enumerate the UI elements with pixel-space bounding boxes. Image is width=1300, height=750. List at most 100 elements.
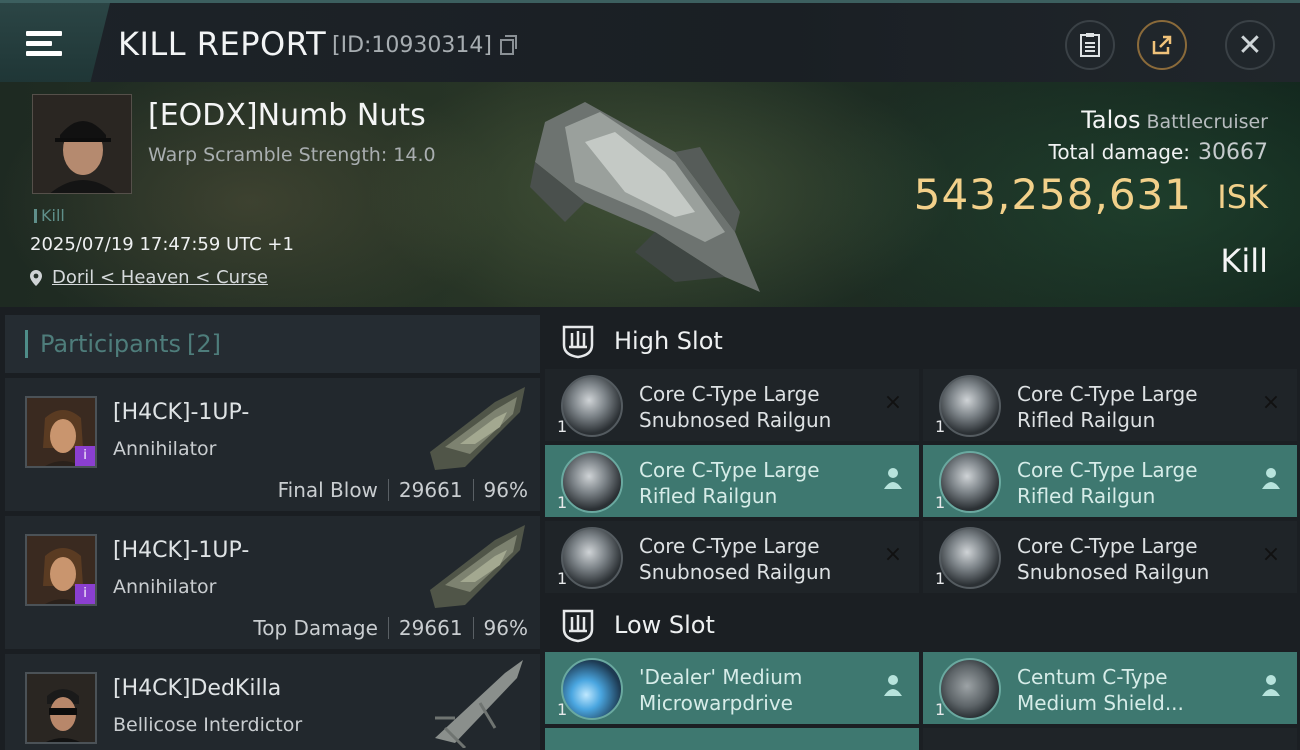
module-count: 1: [557, 417, 568, 436]
participant-percent: 96%: [483, 478, 528, 502]
participant-damage: 29661: [398, 478, 463, 502]
participants-panel: Participants [2] i [H4CK]-1UP- Annihilat…: [0, 307, 540, 750]
module-item[interactable]: [545, 728, 919, 750]
participant-name[interactable]: [H4CK]-1UP-: [113, 400, 249, 425]
participant-ship: Annihilator: [113, 576, 217, 598]
pilot-portrait-image: [33, 95, 131, 193]
participant-stats: Top Damage 29661 96%: [253, 616, 528, 640]
dropped-user-icon: [1259, 467, 1283, 491]
shield-icon: [939, 658, 1001, 720]
info-badge: i: [75, 446, 95, 466]
close-button[interactable]: ✕: [1225, 20, 1275, 70]
railgun-icon: [939, 451, 1001, 513]
module-item[interactable]: 1 Core C-Type Large Snubnosed Railgun ×: [923, 521, 1297, 593]
module-item[interactable]: 1 Core C-Type Large Snubnosed Railgun ×: [545, 369, 919, 441]
module-count: 1: [935, 493, 946, 512]
title-bar: KILL REPORT [ID:10930314] ✕: [0, 0, 1300, 83]
railgun-icon: [939, 375, 1001, 437]
participant-card[interactable]: [H4CK]DedKilla Bellicose Interdictor: [5, 654, 540, 750]
ship-name[interactable]: Talos: [1081, 106, 1140, 134]
module-count: 1: [557, 493, 568, 512]
report-id: [ID:10930314]: [332, 33, 492, 58]
dropped-user-icon: [881, 674, 905, 698]
participant-role: Top Damage: [253, 616, 378, 640]
participant-name[interactable]: [H4CK]-1UP-: [113, 538, 249, 563]
hamburger-icon: [26, 26, 62, 61]
dropped-user-icon: [1259, 674, 1283, 698]
location-link[interactable]: Doril < Heaven < Curse: [30, 267, 268, 288]
avatar[interactable]: [25, 672, 97, 744]
fitting-panel: High Slot 1 Core C-Type Large Snubnosed R…: [540, 307, 1300, 750]
participant-damage: 29661: [398, 616, 463, 640]
header-accent-bar: [25, 330, 28, 358]
participant-stats: Final Blow 29661 96%: [278, 478, 528, 502]
divider: [472, 479, 474, 501]
module-item[interactable]: 1 'Dealer' Medium Microwarpdrive: [545, 652, 919, 724]
info-badge: i: [75, 584, 95, 604]
low-slot-label: Low Slot: [614, 611, 715, 639]
participant-role: Final Blow: [277, 478, 378, 502]
copy-icon[interactable]: [500, 35, 517, 55]
module-count: 1: [557, 700, 568, 719]
module-count: 1: [935, 700, 946, 719]
total-damage: Total damage: 30667: [1049, 140, 1269, 165]
kill-timestamp: 2025/07/19 17:47:59 UTC +1: [30, 234, 294, 255]
dropped-user-icon: [881, 467, 905, 491]
outcome-label: Kill: [1220, 242, 1268, 280]
pilot-portrait-image: [27, 674, 95, 742]
divider: [387, 617, 389, 639]
module-name: Core C-Type Large Snubnosed Railgun: [639, 382, 832, 432]
module-item[interactable]: 1 Core C-Type Large Rifled Railgun: [923, 445, 1297, 517]
railgun-icon: [939, 527, 1001, 589]
module-name: Centum C-Type Medium Shield...: [1017, 665, 1184, 715]
victim-avatar[interactable]: [32, 94, 132, 194]
module-item[interactable]: [923, 728, 1297, 750]
victim-banner: [EODX]Numb Nuts Warp Scramble Strength: …: [0, 82, 1300, 307]
ship-class: Battlecruiser: [1146, 111, 1268, 133]
module-name: Core C-Type Large Snubnosed Railgun: [1017, 534, 1210, 584]
railgun-icon: [561, 451, 623, 513]
victim-ship: Talos Battlecruiser: [1081, 106, 1268, 134]
close-icon: ✕: [1237, 27, 1263, 63]
isk-unit: ISK: [1217, 178, 1268, 216]
participant-percent: 96%: [483, 616, 528, 640]
share-button[interactable]: [1137, 20, 1187, 70]
participants-count: [2]: [186, 330, 221, 358]
participant-card[interactable]: i [H4CK]-1UP- Annihilator Top Damage 296…: [5, 516, 540, 649]
victim-name[interactable]: [EODX]Numb Nuts: [148, 98, 426, 133]
victim-ship-image: [530, 102, 760, 292]
low-slot-header: Low Slot: [540, 595, 1300, 655]
module-item[interactable]: 1 Core C-Type Large Rifled Railgun ×: [923, 369, 1297, 441]
destroyed-icon: ×: [883, 390, 903, 415]
divider: [472, 617, 474, 639]
low-slot-icon: [562, 609, 594, 643]
participant-card[interactable]: i [H4CK]-1UP- Annihilator Final Blow 296…: [5, 378, 540, 511]
destroyed-icon: ×: [883, 542, 903, 567]
total-damage-value: 30667: [1198, 140, 1268, 165]
participant-ship: Bellicose Interdictor: [113, 714, 303, 736]
module-name: 'Dealer' Medium Microwarpdrive: [639, 665, 803, 715]
divider: [387, 479, 389, 501]
participant-ship-image: [435, 660, 523, 748]
module-item[interactable]: 1 Core C-Type Large Snubnosed Railgun ×: [545, 521, 919, 593]
menu-button[interactable]: [0, 3, 110, 83]
participants-label: Participants: [40, 330, 181, 358]
location-text: Doril < Heaven < Curse: [52, 267, 268, 288]
warp-scramble-strength: Warp Scramble Strength: 14.0: [148, 144, 436, 166]
page-title: KILL REPORT: [118, 25, 327, 63]
module-name: Core C-Type Large Rifled Railgun: [1017, 382, 1198, 432]
destroyed-icon: ×: [1261, 542, 1281, 567]
participant-name[interactable]: [H4CK]DedKilla: [113, 676, 281, 701]
railgun-icon: [561, 527, 623, 589]
participant-ship-image: [430, 525, 525, 608]
module-name: Core C-Type Large Rifled Railgun: [1017, 458, 1198, 508]
module-item[interactable]: 1 Core C-Type Large Rifled Railgun: [545, 445, 919, 517]
participants-header: Participants [2]: [5, 315, 540, 373]
high-slot-icon: [562, 325, 594, 359]
isk-value: 543,258,631: [913, 170, 1192, 219]
high-slot-header: High Slot: [540, 311, 1300, 371]
railgun-icon: [561, 375, 623, 437]
destroyed-icon: ×: [1261, 390, 1281, 415]
module-item[interactable]: 1 Centum C-Type Medium Shield...: [923, 652, 1297, 724]
clipboard-button[interactable]: [1065, 20, 1115, 70]
